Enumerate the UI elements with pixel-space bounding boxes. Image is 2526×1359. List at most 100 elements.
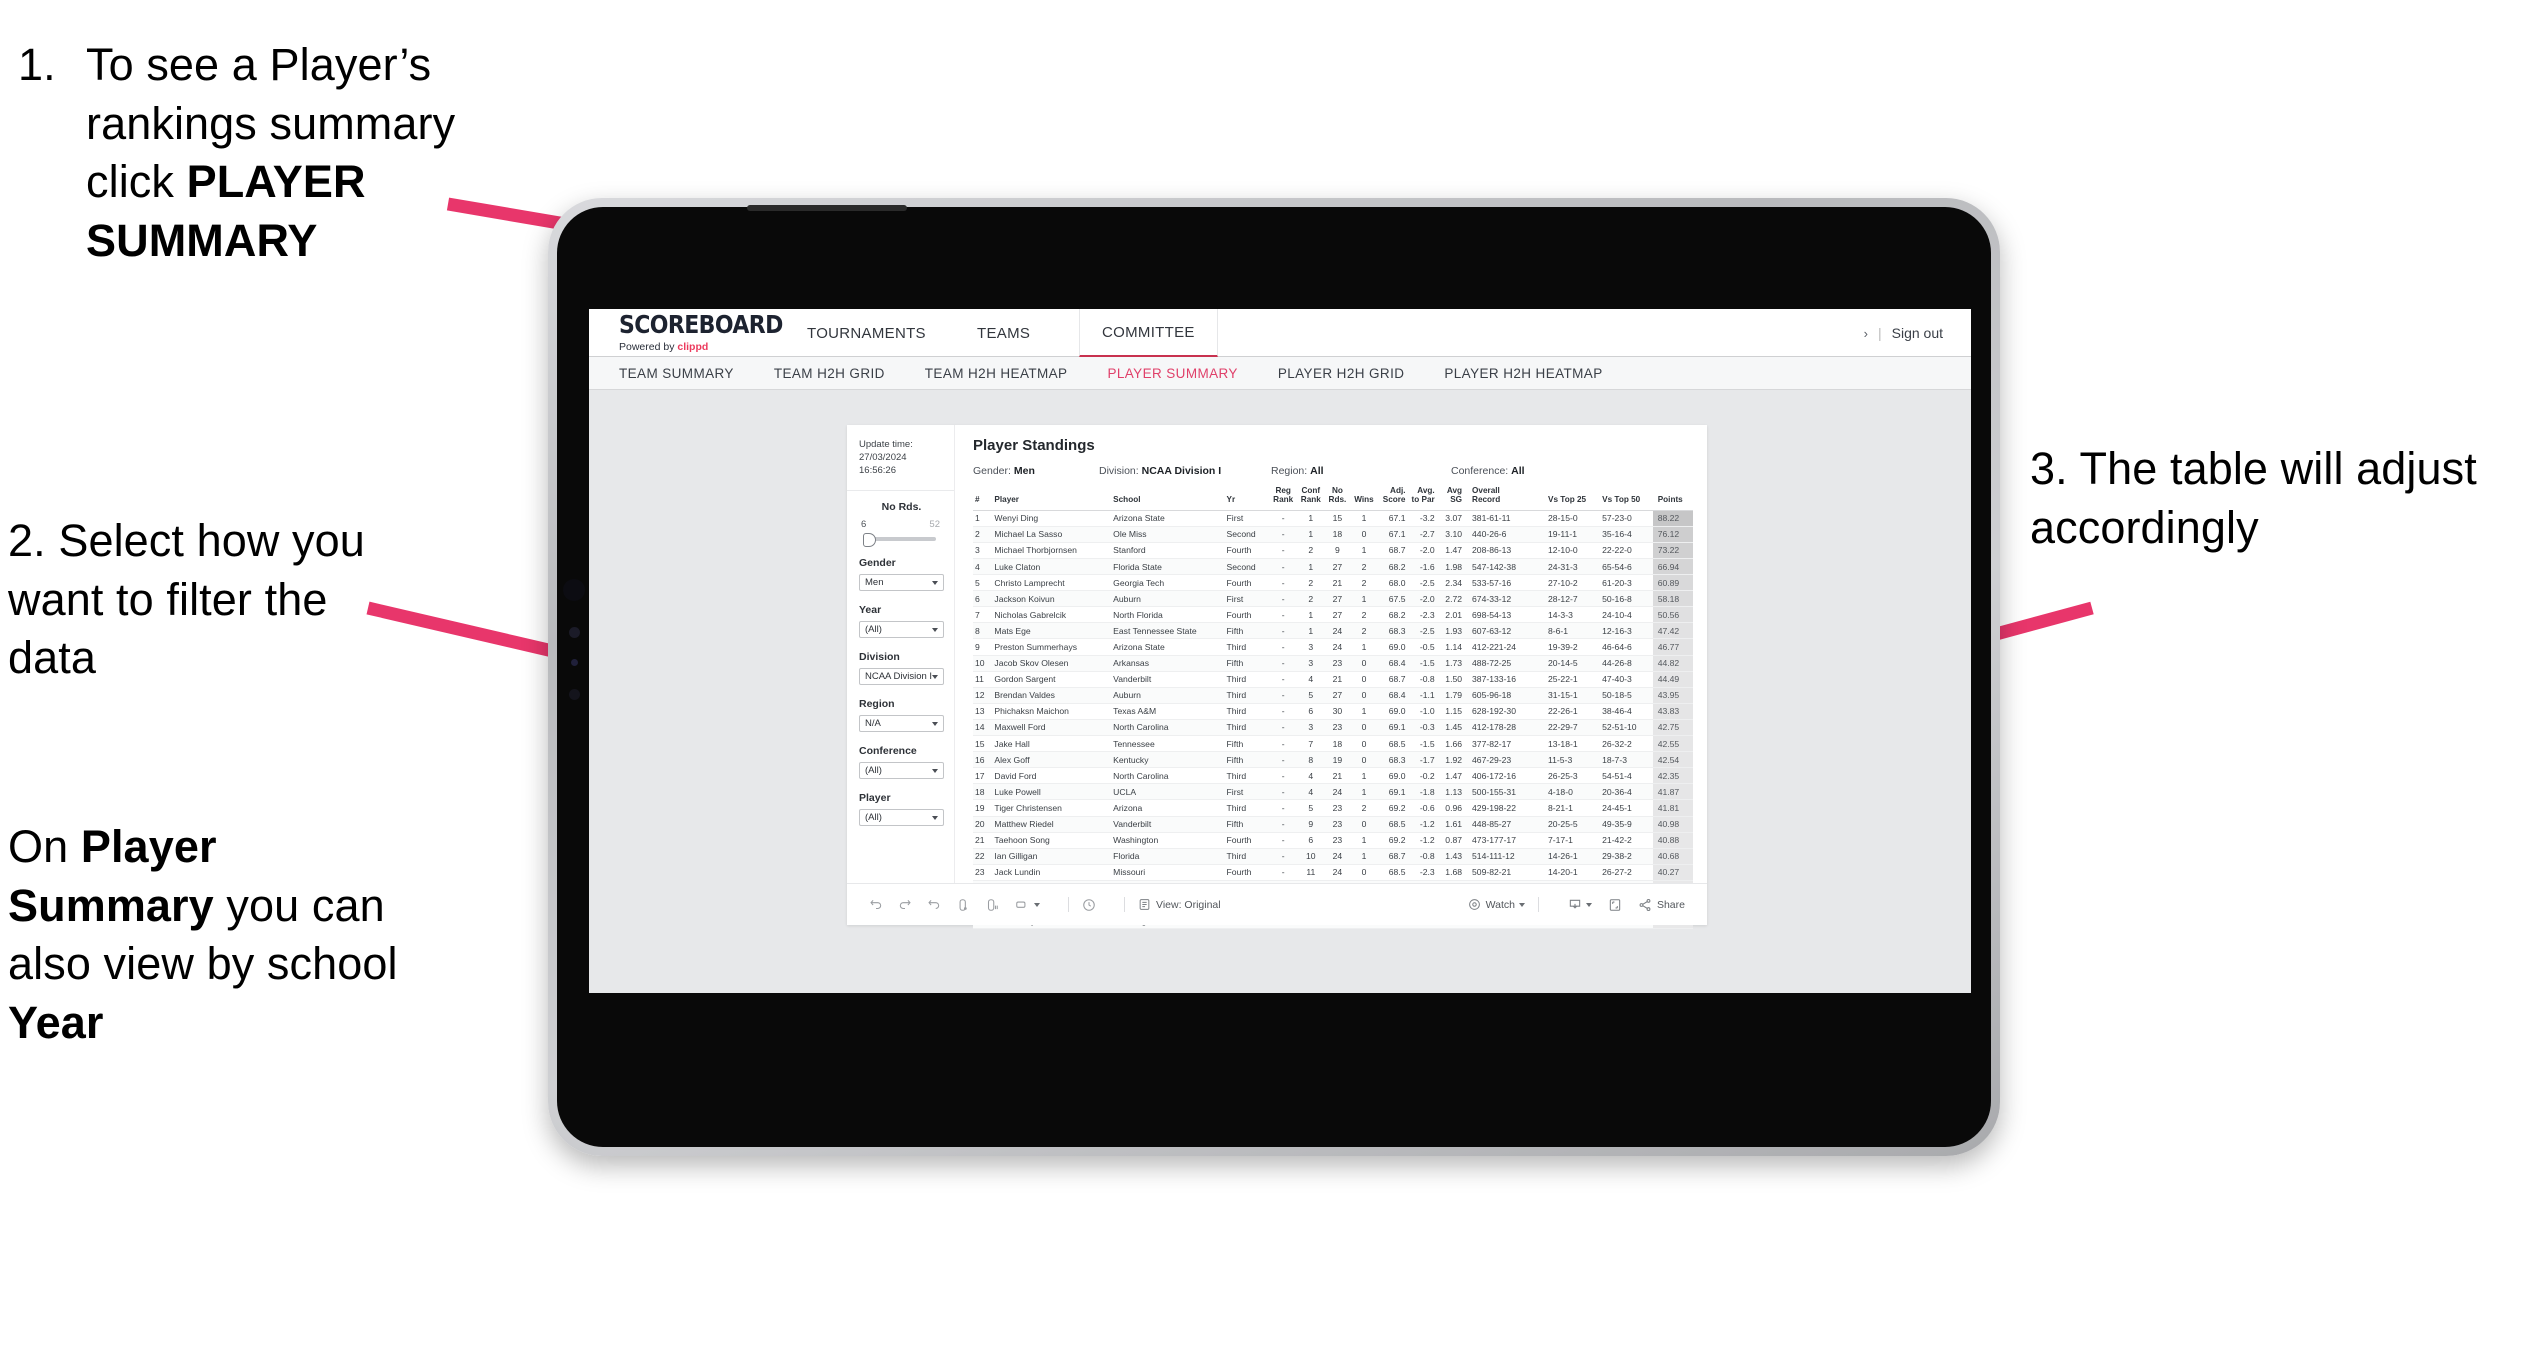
cell-points: 40.27 — [1652, 864, 1693, 881]
table-row[interactable]: 6 Jackson Koivun Auburn First -2 27 1 67.5 -2.0 2… — [973, 590, 1693, 608]
fullscreen-button[interactable] — [1608, 898, 1622, 912]
cell-overall-record: 473-177-17 — [1464, 832, 1539, 849]
cell-yr: First — [1224, 783, 1270, 801]
table-row[interactable]: 12 Brendan Valdes Auburn Third -5 27 0 68.4 -1.1… — [973, 687, 1693, 704]
table-row[interactable]: 7 Nicholas Gabrelcik North Florida Fourth -1… — [973, 606, 1693, 624]
table-row[interactable]: 11 Gordon Sargent Vanderbilt Third -4 21 0 68.7… — [973, 671, 1693, 688]
cell-avg-to-par: -2.0 — [1407, 542, 1437, 560]
chevron-down-icon — [1585, 902, 1592, 907]
pause-updates-icon[interactable] — [985, 898, 999, 912]
cell-school: Florida — [1111, 848, 1225, 865]
filter-gender-select[interactable]: Men — [859, 574, 944, 592]
filter-year-select[interactable]: (All) — [859, 621, 944, 639]
col-school[interactable]: School — [1111, 486, 1225, 511]
filter-division-value: NCAA Division I — [865, 671, 933, 683]
topnav-committee[interactable]: COMMITTEE — [1079, 309, 1218, 357]
filter-region-select[interactable]: N/A — [859, 715, 944, 733]
cell-rank: 14 — [973, 719, 993, 737]
col-conf-rank[interactable]: Conf Rank — [1296, 486, 1325, 511]
cell-school: Arizona State — [1111, 510, 1225, 527]
cell-player: Michael Thorbjornsen — [992, 542, 1112, 560]
cell-points: 46.77 — [1652, 638, 1693, 656]
col-avg-sg[interactable]: Avg SG — [1436, 486, 1465, 511]
cell-points: 42.35 — [1652, 767, 1693, 785]
refresh-data-icon[interactable] — [956, 898, 970, 912]
col-rank[interactable]: # — [973, 486, 993, 511]
cell-rank: 2 — [973, 526, 993, 543]
table-row[interactable]: 10 Jacob Skov Olesen Arkansas Fifth -3 23 0 68.… — [973, 655, 1693, 672]
table-row[interactable]: 17 David Ford North Carolina Third -4 21 1 69.0… — [973, 767, 1693, 785]
table-row[interactable]: 8 Mats Ege East Tennessee State Fifth -1 24 2 6… — [973, 622, 1693, 640]
cell-vs-top-25: 14-20-1 — [1538, 864, 1599, 881]
col-player[interactable]: Player — [992, 486, 1112, 511]
topnav-teams[interactable]: TEAMS — [955, 309, 1052, 357]
cell-reg-rank: - — [1269, 848, 1297, 865]
filter-player-select[interactable]: (All) — [859, 809, 944, 827]
no-rounds-slider-handle[interactable] — [863, 533, 876, 548]
col-school-l1: School — [1113, 494, 1141, 504]
cell-avg-to-par: -2.7 — [1407, 526, 1437, 543]
table-row[interactable]: 18 Luke Powell UCLA First -4 24 1 69.1 -1.8 1.13 5… — [973, 783, 1693, 801]
view-original-button[interactable]: View: Original — [1138, 898, 1221, 911]
subnav-player-h2h-grid[interactable]: PLAYER H2H GRID — [1278, 366, 1405, 381]
table-row[interactable]: 14 Maxwell Ford North Carolina Third -3 23 0 69… — [973, 719, 1693, 737]
col-overall-record[interactable]: Overall Record — [1464, 486, 1539, 511]
no-rounds-slider-track[interactable] — [863, 533, 936, 548]
subnav-team-summary[interactable]: TEAM SUMMARY — [619, 366, 734, 381]
cell-overall-record: 440-26-6 — [1464, 526, 1539, 543]
table-row[interactable]: 22 Ian Gilligan Florida Third -10 24 1 68.7 -0.8… — [973, 848, 1693, 865]
cell-school: UCLA — [1111, 783, 1225, 801]
col-points[interactable]: Points — [1652, 486, 1693, 511]
undo-icon[interactable] — [869, 898, 883, 912]
col-avg-to-par[interactable]: Avg. to Par — [1407, 486, 1437, 511]
table-row[interactable]: 13 Phichaksn Maichon Texas A&M Third -6 30 1 69… — [973, 703, 1693, 720]
col-reg-rank[interactable]: Reg Rank — [1269, 486, 1297, 511]
col-yr[interactable]: Yr — [1224, 486, 1270, 511]
download-button[interactable] — [1568, 898, 1592, 912]
table-row[interactable]: 16 Alex Goff Kentucky Fifth -8 19 0 68.3 -1.7 1.9… — [973, 751, 1693, 769]
col-wins[interactable]: Wins — [1350, 486, 1378, 511]
cell-points: 42.54 — [1652, 751, 1693, 769]
table-row[interactable]: 19 Tiger Christensen Arizona Third -5 23 2 69.2… — [973, 799, 1693, 817]
filter-conference-select[interactable]: (All) — [859, 762, 944, 780]
cell-school: Arizona — [1111, 799, 1225, 817]
table-row[interactable]: 5 Christo Lamprecht Georgia Tech Fourth -2 21… — [973, 574, 1693, 592]
watch-button[interactable]: Watch — [1468, 898, 1525, 911]
cell-wins: 0 — [1350, 751, 1378, 769]
table-row[interactable]: 15 Jake Hall Tennessee Fifth -7 18 0 68.5 -1.5 1.… — [973, 735, 1693, 753]
revert-icon[interactable] — [927, 898, 941, 912]
table-row[interactable]: 2 Michael La Sasso Ole Miss Second -1 18 0 67.1… — [973, 526, 1693, 543]
cell-overall-record: 208-86-13 — [1464, 542, 1539, 560]
subnav-team-h2h-grid[interactable]: TEAM H2H GRID — [774, 366, 885, 381]
signout-button[interactable]: Sign out — [1892, 325, 1943, 341]
update-time-label: Update time: — [859, 439, 913, 450]
cell-avg-sg: 3.10 — [1436, 526, 1465, 543]
signout-area[interactable]: › | Sign out — [1864, 309, 1943, 357]
col-no-rds[interactable]: No Rds. — [1324, 486, 1351, 511]
table-row[interactable]: 4 Luke Claton Florida State Second -1 27 2 68.2… — [973, 558, 1693, 576]
table-row[interactable]: 1 Wenyi Ding Arizona State First -1 15 1 67.1 -3… — [973, 510, 1693, 527]
cell-conf-rank: 3 — [1296, 638, 1325, 656]
col-vs-top-25[interactable]: Vs Top 25 — [1538, 486, 1599, 511]
table-row[interactable]: 20 Matthew Riedel Vanderbilt Fifth -9 23 0 68.5… — [973, 816, 1693, 833]
subnav-player-h2h-heatmap[interactable]: PLAYER H2H HEATMAP — [1444, 366, 1602, 381]
sensor-dot-icon — [569, 627, 580, 638]
table-row[interactable]: 21 Taehoon Song Washington Fourth -6 23 1 69.2-… — [973, 832, 1693, 849]
no-rounds-label: No Rds. — [881, 501, 922, 514]
subnav-player-summary[interactable]: PLAYER SUMMARY — [1107, 366, 1237, 381]
col-adj-score[interactable]: Adj. Score — [1377, 486, 1408, 511]
col-vs-top-50[interactable]: Vs Top 50 — [1598, 486, 1653, 511]
cell-school: Georgia Tech — [1111, 574, 1225, 592]
table-row[interactable]: 23 Jack Lundin Missouri Fourth -11 24 0 68.5 -2.… — [973, 864, 1693, 881]
subnav-team-h2h-heatmap[interactable]: TEAM H2H HEATMAP — [925, 366, 1068, 381]
alerts-icon[interactable] — [1014, 898, 1040, 912]
cell-conf-rank: 3 — [1296, 655, 1325, 672]
redo-icon[interactable] — [898, 898, 912, 912]
history-icon[interactable] — [1082, 898, 1096, 912]
topnav-tournaments[interactable]: TOURNAMENTS — [785, 309, 948, 357]
table-row[interactable]: 9 Preston Summerhays Arizona State Third -3 2… — [973, 638, 1693, 656]
table-row[interactable]: 3 Michael Thorbjornsen Stanford Fourth -2 9 1 6… — [973, 542, 1693, 560]
filter-division-select[interactable]: NCAA Division I — [859, 668, 944, 686]
share-button[interactable]: Share — [1638, 898, 1685, 912]
cell-rank: 12 — [973, 687, 993, 704]
